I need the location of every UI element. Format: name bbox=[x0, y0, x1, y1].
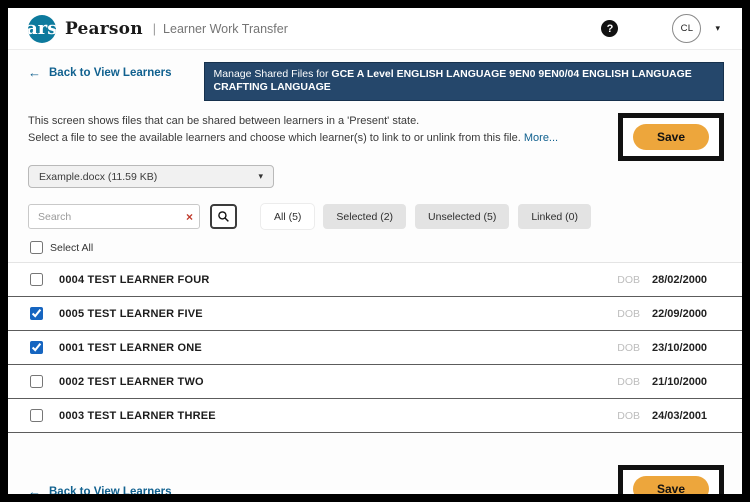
table-row: 0004 TEST LEARNER FOUR DOB 28/02/2000 bbox=[8, 263, 742, 297]
account-chevron-down-icon[interactable]: ▾ bbox=[715, 23, 720, 34]
app-title: | Learner Work Transfer bbox=[153, 22, 288, 36]
filter-unselected[interactable]: Unselected (5) bbox=[415, 204, 509, 229]
app-window: Pearson Pearson | Learner Work Transfer … bbox=[0, 0, 750, 502]
file-dropdown-value: Example.docx (11.59 KB) bbox=[39, 171, 157, 183]
dob-label: DOB bbox=[617, 376, 640, 388]
top-header: Pearson Pearson | Learner Work Transfer … bbox=[8, 8, 742, 50]
table-row: 0003 TEST LEARNER THREE DOB 24/03/2001 bbox=[8, 399, 742, 433]
dob-value: 24/03/2001 bbox=[652, 410, 718, 422]
table-row: 0002 TEST LEARNER TWO DOB 21/10/2000 bbox=[8, 365, 742, 399]
dob-value: 23/10/2000 bbox=[652, 342, 718, 354]
dob-label: DOB bbox=[617, 342, 640, 354]
back-link-label: Back to View Learners bbox=[49, 67, 172, 79]
intro-line-2: Select a file to see the available learn… bbox=[28, 130, 558, 147]
filter-linked[interactable]: Linked (0) bbox=[518, 204, 591, 229]
filter-selected[interactable]: Selected (2) bbox=[323, 204, 406, 229]
learner-name: 0003 TEST LEARNER THREE bbox=[59, 410, 216, 422]
save-button-bottom[interactable]: Save bbox=[633, 476, 709, 502]
table-row: 0001 TEST LEARNER ONE DOB 23/10/2000 bbox=[8, 331, 742, 365]
search-clear-icon[interactable]: × bbox=[186, 210, 193, 224]
dob-label: DOB bbox=[617, 274, 640, 286]
page-title: Manage Shared Files for GCE A Level ENGL… bbox=[204, 62, 724, 101]
breadcrumb-row: ← Back to View Learners Manage Shared Fi… bbox=[8, 50, 742, 101]
table-row: 0005 TEST LEARNER FIVE DOB 22/09/2000 bbox=[8, 297, 742, 331]
save-highlight-box-top: Save bbox=[618, 113, 724, 161]
brand-wordmark: Pearson bbox=[65, 19, 143, 39]
dob-label: DOB bbox=[617, 308, 640, 320]
back-arrow-icon: ← bbox=[28, 65, 41, 80]
save-button-top[interactable]: Save bbox=[633, 124, 709, 150]
back-to-view-learners-link-bottom[interactable]: ← Back to View Learners bbox=[28, 484, 172, 499]
intro-text: This screen shows files that can be shar… bbox=[28, 113, 558, 161]
learner-checkbox[interactable] bbox=[30, 375, 43, 388]
dob-value: 28/02/2000 bbox=[652, 274, 718, 286]
learner-checkbox[interactable] bbox=[30, 307, 43, 320]
search-box: × bbox=[28, 204, 200, 229]
help-icon[interactable]: ? bbox=[601, 20, 618, 37]
learner-name: 0005 TEST LEARNER FIVE bbox=[59, 308, 203, 320]
select-all-checkbox[interactable] bbox=[30, 241, 43, 254]
pearson-logo-icon: Pearson bbox=[28, 15, 56, 43]
search-input[interactable] bbox=[28, 204, 200, 229]
file-dropdown[interactable]: Example.docx (11.59 KB) ▾ bbox=[28, 165, 274, 188]
intro-line-1: This screen shows files that can be shar… bbox=[28, 113, 558, 130]
file-dropdown-chevron-down-icon: ▾ bbox=[258, 171, 263, 182]
filter-pills: All (5) Selected (2) Unselected (5) Link… bbox=[261, 204, 591, 229]
dob-value: 21/10/2000 bbox=[652, 376, 718, 388]
dob-label: DOB bbox=[617, 410, 640, 422]
save-highlight-box-bottom: Save bbox=[618, 465, 724, 502]
learner-name: 0001 TEST LEARNER ONE bbox=[59, 342, 202, 354]
intro-row: This screen shows files that can be shar… bbox=[8, 101, 742, 161]
dob-value: 22/09/2000 bbox=[652, 308, 718, 320]
back-link-label: Back to View Learners bbox=[49, 486, 172, 498]
file-row: Example.docx (11.59 KB) ▾ bbox=[8, 161, 742, 188]
magnifier-icon bbox=[217, 210, 230, 223]
page-title-prefix: Manage Shared Files for bbox=[214, 68, 332, 80]
learner-checkbox[interactable] bbox=[30, 409, 43, 422]
select-all-row: Select All bbox=[8, 229, 742, 262]
search-button[interactable] bbox=[210, 204, 237, 229]
app-title-label: Learner Work Transfer bbox=[163, 22, 288, 36]
select-all-label: Select All bbox=[50, 242, 93, 254]
learner-checkbox[interactable] bbox=[30, 273, 43, 286]
learner-checkbox[interactable] bbox=[30, 341, 43, 354]
learner-name: 0004 TEST LEARNER FOUR bbox=[59, 274, 209, 286]
header-right: ? CL ▾ bbox=[601, 14, 720, 43]
learner-name: 0002 TEST LEARNER TWO bbox=[59, 376, 204, 388]
learner-list: 0004 TEST LEARNER FOUR DOB 28/02/2000 000… bbox=[8, 262, 742, 433]
filter-all[interactable]: All (5) bbox=[261, 204, 314, 229]
title-divider: | bbox=[153, 22, 156, 36]
search-row: × All (5) Selected (2) Unselected (5) Li… bbox=[8, 188, 742, 229]
back-arrow-icon: ← bbox=[28, 484, 41, 499]
user-avatar[interactable]: CL bbox=[672, 14, 701, 43]
back-to-view-learners-link[interactable]: ← Back to View Learners bbox=[28, 65, 172, 80]
footer-row: ← Back to View Learners Save bbox=[8, 433, 742, 502]
more-link[interactable]: More... bbox=[524, 132, 558, 144]
